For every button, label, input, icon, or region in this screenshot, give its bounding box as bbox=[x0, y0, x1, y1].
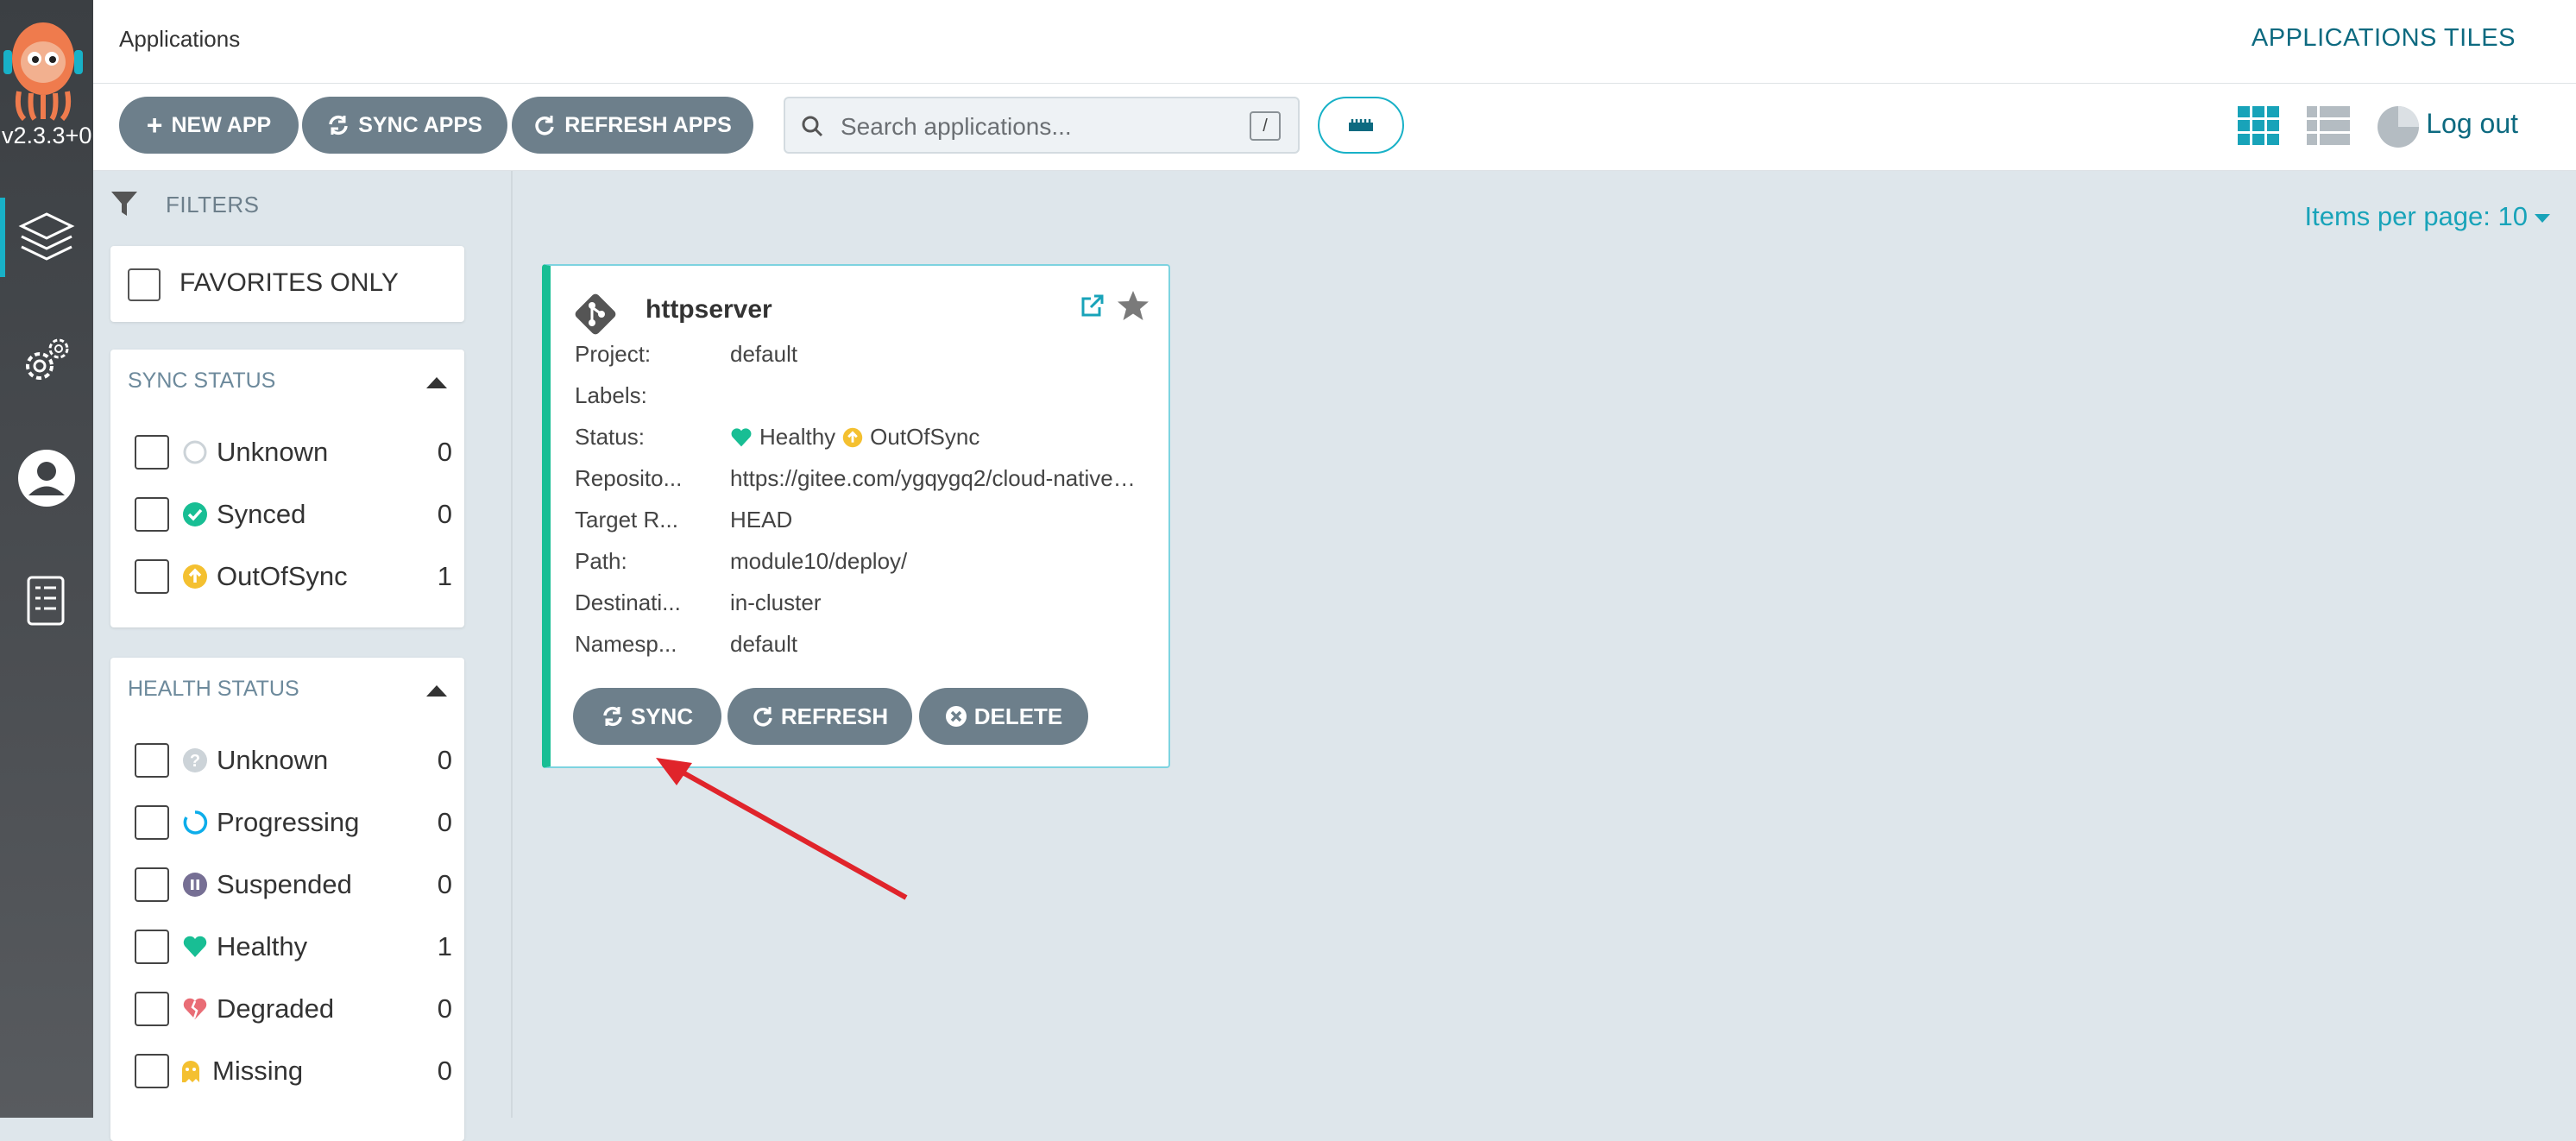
external-link-icon[interactable] bbox=[1080, 293, 1105, 318]
filter-row-sync-unknown[interactable]: Unknown 0 bbox=[135, 435, 454, 470]
favorites-only-label: FAVORITES ONLY bbox=[180, 268, 399, 297]
sync-icon bbox=[603, 706, 622, 727]
sidebar: v2.3.3+0 bbox=[0, 0, 94, 1118]
broken-heart-icon bbox=[183, 998, 207, 1019]
pause-circle-icon bbox=[183, 873, 207, 897]
filter-row-health-healthy[interactable]: Healthy 1 bbox=[135, 930, 454, 964]
spinner-icon bbox=[183, 810, 208, 835]
health-status-value: Healthy bbox=[759, 424, 836, 450]
applications-icon bbox=[18, 212, 75, 261]
sync-synced-checkbox[interactable] bbox=[135, 497, 169, 532]
docs-icon bbox=[27, 576, 65, 626]
page-title: Applications bbox=[119, 26, 241, 52]
arrow-up-circle-icon bbox=[183, 564, 207, 589]
settings-icon bbox=[26, 338, 69, 380]
filter-row-health-degraded[interactable]: Degraded 0 bbox=[135, 992, 454, 1026]
sync-status-panel: SYNC STATUS Unknown 0 Synced 0 OutOfSync… bbox=[110, 350, 464, 627]
health-unknown-checkbox[interactable] bbox=[135, 743, 169, 778]
health-missing-checkbox[interactable] bbox=[135, 1054, 169, 1088]
user-icon bbox=[18, 450, 75, 507]
svg-text:?: ? bbox=[190, 752, 200, 771]
sync-icon bbox=[329, 115, 348, 136]
sync-outofsync-checkbox[interactable] bbox=[135, 559, 169, 594]
arrow-up-circle-icon bbox=[842, 427, 863, 447]
favorites-only-checkbox[interactable] bbox=[128, 268, 161, 301]
heart-icon bbox=[183, 936, 207, 957]
refresh-button[interactable]: REFRESH bbox=[727, 688, 912, 745]
plus-icon: + bbox=[146, 110, 163, 141]
favorites-panel: FAVORITES ONLY bbox=[110, 246, 464, 322]
question-circle-icon: ? bbox=[183, 748, 207, 772]
nav-user-info[interactable] bbox=[0, 435, 93, 521]
refresh-icon bbox=[535, 116, 554, 136]
new-app-button[interactable]: + NEW APP bbox=[119, 97, 299, 154]
health-degraded-checkbox[interactable] bbox=[135, 992, 169, 1026]
version-label: v2.3.3+0 bbox=[2, 123, 92, 148]
argo-logo[interactable] bbox=[0, 9, 93, 122]
health-suspended-checkbox[interactable] bbox=[135, 867, 169, 902]
sync-status-heading: SYNC STATUS bbox=[128, 369, 276, 393]
favorite-star-icon[interactable] bbox=[1117, 290, 1149, 321]
ruler-icon bbox=[1349, 119, 1373, 131]
nav-applications[interactable] bbox=[0, 194, 93, 281]
filter-row-health-unknown[interactable]: ? Unknown 0 bbox=[135, 743, 454, 778]
app-tile-httpserver[interactable]: httpserver Project: default Labels: Stat… bbox=[542, 264, 1170, 768]
health-status-panel: HEALTH STATUS ? Unknown 0 Progressing 0 … bbox=[110, 658, 464, 1141]
delete-button[interactable]: DELETE bbox=[919, 688, 1088, 745]
search-shortcut-hint: / bbox=[1250, 111, 1281, 141]
collapse-health-status-icon[interactable] bbox=[426, 685, 447, 697]
filter-row-sync-outofsync[interactable]: OutOfSync 1 bbox=[135, 559, 454, 594]
search-box[interactable]: / bbox=[784, 97, 1300, 154]
collapse-sync-status-icon[interactable] bbox=[426, 377, 447, 388]
refresh-apps-button[interactable]: REFRESH APPS bbox=[512, 97, 753, 154]
sync-button[interactable]: SYNC bbox=[573, 688, 721, 745]
filters-panel: FILTERS FAVORITES ONLY SYNC STATUS Unkno… bbox=[93, 171, 513, 1141]
chevron-down-icon bbox=[2535, 213, 2550, 223]
nav-documentation[interactable] bbox=[0, 558, 93, 644]
filter-row-sync-synced[interactable]: Synced 0 bbox=[135, 497, 454, 532]
ruler-button[interactable] bbox=[1318, 97, 1404, 154]
refresh-icon bbox=[753, 707, 772, 727]
check-circle-icon bbox=[183, 502, 207, 526]
circle-outline-icon bbox=[183, 440, 207, 464]
ghost-icon bbox=[182, 1061, 199, 1082]
filter-row-health-suspended[interactable]: Suspended 0 bbox=[135, 867, 454, 902]
heart-icon bbox=[731, 427, 752, 446]
git-icon bbox=[575, 293, 616, 335]
view-title: APPLICATIONS TILES bbox=[2251, 24, 2516, 52]
app-name[interactable]: httpserver bbox=[646, 295, 772, 325]
sync-apps-button[interactable]: SYNC APPS bbox=[302, 97, 507, 154]
filter-row-health-progressing[interactable]: Progressing 0 bbox=[135, 805, 454, 840]
top-bar: Applications APPLICATIONS TILES bbox=[93, 0, 2576, 84]
logout-link[interactable]: Log out bbox=[2426, 108, 2518, 140]
sync-status-value: OutOfSync bbox=[870, 424, 980, 450]
filter-icon bbox=[111, 192, 137, 216]
annotation-arrow-icon bbox=[656, 758, 908, 900]
items-per-page-select[interactable]: Items per page: 10 bbox=[2305, 201, 2550, 232]
filter-row-health-missing[interactable]: Missing 0 bbox=[135, 1054, 454, 1088]
health-healthy-checkbox[interactable] bbox=[135, 930, 169, 964]
toolbar: + NEW APP SYNC APPS REFRESH APPS / Lo bbox=[93, 84, 2576, 171]
health-progressing-checkbox[interactable] bbox=[135, 805, 169, 840]
health-status-heading: HEALTH STATUS bbox=[128, 677, 299, 701]
sync-unknown-checkbox[interactable] bbox=[135, 435, 169, 470]
search-icon bbox=[802, 116, 823, 137]
filters-title: FILTERS bbox=[166, 192, 260, 217]
search-input[interactable] bbox=[839, 107, 1222, 147]
pie-chart-view-icon[interactable] bbox=[2376, 104, 2421, 149]
nav-settings[interactable] bbox=[0, 318, 93, 404]
list-view-icon[interactable] bbox=[2307, 106, 2350, 146]
tiles-view-icon[interactable] bbox=[2238, 106, 2279, 146]
delete-circle-icon bbox=[945, 706, 967, 727]
